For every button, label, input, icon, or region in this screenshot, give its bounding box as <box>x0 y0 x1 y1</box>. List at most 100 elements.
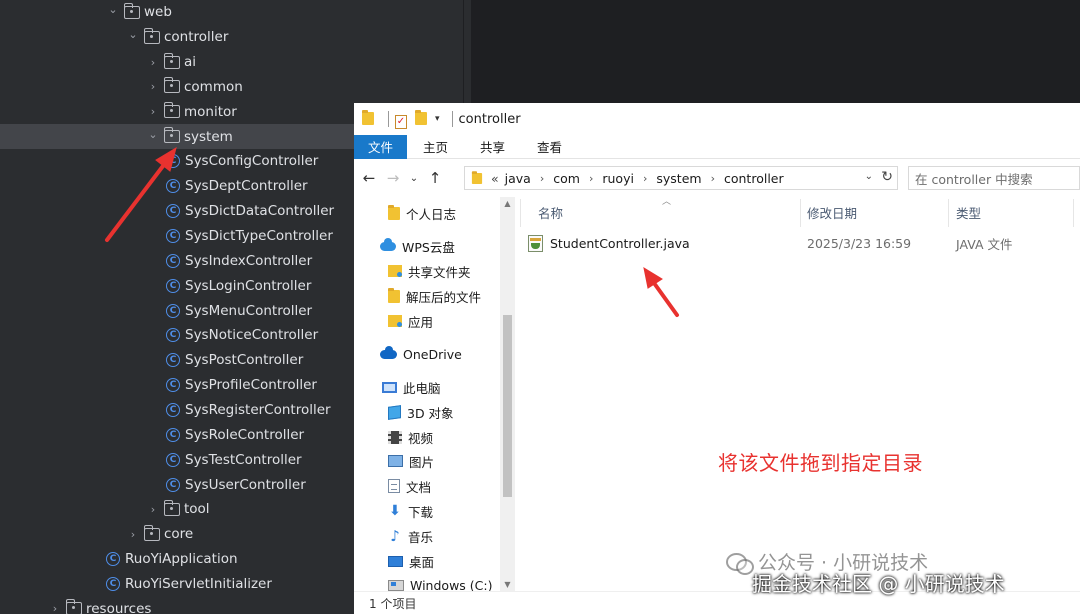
tab-share[interactable]: 共享 <box>464 135 521 159</box>
scroll-up-icon[interactable]: ▲ <box>500 199 515 208</box>
tree-row-core[interactable]: › core <box>126 522 193 547</box>
tree-row-sysregistercontroller[interactable]: C SysRegisterController <box>166 398 331 423</box>
tab-view[interactable]: 查看 <box>521 135 578 159</box>
tree-row-ai[interactable]: › ai <box>146 50 196 75</box>
chevron-down-icon[interactable]: ⌄ <box>106 3 120 17</box>
search-input[interactable]: 在 controller 中搜索 <box>908 166 1080 190</box>
column-divider[interactable] <box>800 199 801 227</box>
nav-item[interactable]: OneDrive <box>380 342 462 367</box>
tree-row-controller[interactable]: ⌄ controller <box>126 25 228 50</box>
nav-item[interactable]: 个人日志 <box>388 201 456 226</box>
customize-toolbar-chevron-icon[interactable]: ▾ <box>435 114 440 124</box>
nav-item[interactable]: 文档 <box>388 474 431 499</box>
chevron-down-icon[interactable]: ⌄ <box>126 28 140 42</box>
chevron-right-icon[interactable]: › <box>146 80 160 94</box>
annotation-text: 将该文件拖到指定目录 <box>718 451 923 475</box>
package-folder-icon <box>123 2 140 19</box>
nav-item[interactable]: WPS云盘 <box>380 234 455 259</box>
java-class-icon: C <box>166 253 180 268</box>
nav-item-label: 音乐 <box>408 529 434 545</box>
tree-row-syslogincontroller[interactable]: C SysLoginController <box>166 273 311 298</box>
breadcrumb-com[interactable]: com <box>553 171 580 186</box>
up-arrow-icon[interactable]: ↑ <box>426 169 444 187</box>
nav-item[interactable]: 图片 <box>388 449 434 474</box>
address-bar[interactable]: « java › com › ruoyi › system › controll… <box>464 166 898 190</box>
tree-row-common[interactable]: › common <box>146 75 243 100</box>
file-row[interactable]: StudentController.java 2025/3/23 16:59 J… <box>528 231 1080 255</box>
breadcrumb-ruoyi[interactable]: ruoyi <box>602 171 634 186</box>
nav-item[interactable]: 3D 对象 <box>388 400 454 425</box>
tree-row-label: SysDictDataController <box>185 203 335 220</box>
tree-row-label: core <box>164 526 194 543</box>
recent-locations-chevron-icon[interactable]: ⌄ <box>408 173 420 184</box>
address-dropdown-icon[interactable]: ⌄ <box>865 171 873 182</box>
breadcrumb-java[interactable]: java <box>505 171 531 186</box>
java-class-icon: C <box>166 402 180 417</box>
column-header-name[interactable]: 名称 <box>538 203 563 221</box>
scrollbar-thumb[interactable] <box>503 315 512 497</box>
properties-icon[interactable]: ✓ <box>395 112 407 129</box>
tree-row-resources[interactable]: › resources <box>48 596 151 614</box>
scroll-down-icon[interactable]: ▼ <box>500 580 515 589</box>
tree-row-ruoyiapplication[interactable]: C RuoYiApplication <box>106 547 238 572</box>
chevron-right-icon[interactable]: › <box>48 602 62 614</box>
nav-item[interactable]: 共享文件夹 <box>388 259 471 284</box>
breadcrumb-chevron-icon[interactable]: › <box>589 172 593 185</box>
chevron-right-icon[interactable]: › <box>146 105 160 119</box>
breadcrumb-chevron-icon[interactable]: › <box>643 172 647 185</box>
tree-row-sysdictdatacontroller[interactable]: C SysDictDataController <box>166 199 334 224</box>
tree-row-systestcontroller[interactable]: C SysTestController <box>166 447 302 472</box>
breadcrumb-system[interactable]: system <box>656 171 701 186</box>
tree-row-sysusercontroller[interactable]: C SysUserController <box>166 472 306 497</box>
nav-item[interactable]: 解压后的文件 <box>388 284 481 309</box>
tree-row-syspostcontroller[interactable]: C SysPostController <box>166 348 303 373</box>
file-explorer-window: ✓ ▾ controller 文件 主页 共享 查看 ← → ⌄ ↑ « jav… <box>354 103 1080 614</box>
nav-item[interactable]: 视频 <box>388 425 433 450</box>
tree-row-sysnoticecontroller[interactable]: C SysNoticeController <box>166 323 318 348</box>
wechat-logo-icon <box>726 551 754 575</box>
tree-row-sysdeptcontroller[interactable]: C SysDeptController <box>166 174 308 199</box>
tree-row-web[interactable]: ⌄ web <box>106 0 172 25</box>
column-divider[interactable] <box>1073 199 1074 227</box>
tree-row-sysmenucontroller[interactable]: C SysMenuController <box>166 298 312 323</box>
tree-row-monitor[interactable]: › monitor <box>146 99 237 124</box>
nav-item[interactable]: 应用 <box>388 309 433 334</box>
breadcrumb-chevron-icon[interactable]: › <box>540 172 544 185</box>
nav-item[interactable]: 此电脑 <box>382 375 441 400</box>
tree-row-sysdicttypecontroller[interactable]: C SysDictTypeController <box>166 224 333 249</box>
nav-item-label: 3D 对象 <box>407 405 454 421</box>
nav-item[interactable]: ⬇ 下载 <box>388 499 433 524</box>
new-folder-icon[interactable] <box>415 110 427 126</box>
column-header-type[interactable]: 类型 <box>956 203 981 221</box>
breadcrumb-chevron-icon[interactable]: › <box>711 172 715 185</box>
tree-row-tool[interactable]: › tool <box>146 497 210 522</box>
navigation-scrollbar[interactable]: ▲ ▼ <box>500 197 515 591</box>
forward-arrow-icon[interactable]: → <box>384 169 402 187</box>
column-divider[interactable] <box>948 199 949 227</box>
java-class-icon: C <box>166 452 180 467</box>
shared-folder-icon <box>388 265 402 278</box>
tree-row-sysconfigcontroller[interactable]: C SysConfigController <box>166 149 318 174</box>
breadcrumb-overflow[interactable]: « <box>491 171 499 186</box>
file-name[interactable]: StudentController.java <box>550 236 790 251</box>
nav-item[interactable]: ♪ 音乐 <box>388 524 433 549</box>
tree-row-label: monitor <box>184 103 237 120</box>
chevron-right-icon[interactable]: › <box>126 527 140 541</box>
column-header-date[interactable]: 修改日期 <box>807 203 857 221</box>
chevron-right-icon[interactable]: › <box>146 502 160 516</box>
tab-file[interactable]: 文件 <box>354 134 408 159</box>
back-arrow-icon[interactable]: ← <box>360 169 378 187</box>
breadcrumb-controller[interactable]: controller <box>724 171 784 186</box>
chevron-down-icon[interactable]: ⌄ <box>146 127 160 141</box>
file-date: 2025/3/23 16:59 <box>807 235 912 251</box>
tree-row-sysindexcontroller[interactable]: C SysIndexController <box>166 249 312 274</box>
java-class-icon: C <box>166 353 180 368</box>
tree-row-sysprofilecontroller[interactable]: C SysProfileController <box>166 373 317 398</box>
nav-item[interactable]: 桌面 <box>388 549 434 574</box>
refresh-icon[interactable]: ↻ <box>881 169 893 185</box>
nav-item[interactable]: Windows (C:) <box>388 573 492 591</box>
chevron-right-icon[interactable]: › <box>146 55 160 69</box>
tab-home[interactable]: 主页 <box>407 135 464 159</box>
tree-row-sysrolecontroller[interactable]: C SysRoleController <box>166 422 304 447</box>
tree-row-ruoyiservletinitializer[interactable]: C RuoYiServletInitializer <box>106 572 272 597</box>
